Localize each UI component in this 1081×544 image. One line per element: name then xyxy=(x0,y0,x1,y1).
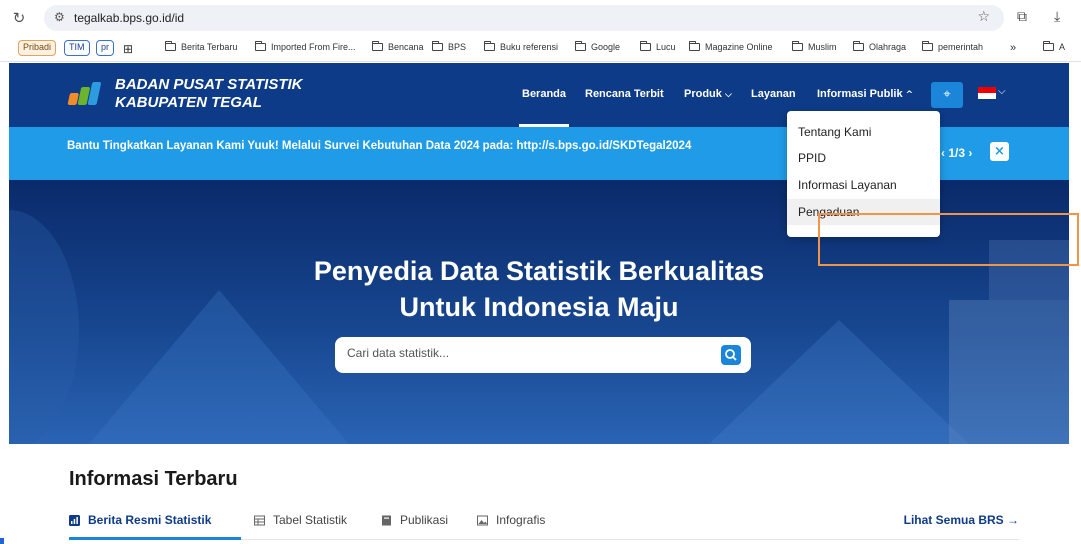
search-icon xyxy=(725,349,737,361)
address-bar[interactable]: ⚙ tegalkab.bps.go.id/id ☆ xyxy=(44,5,1004,31)
tab-tabel-statistik[interactable]: Tabel Statistik xyxy=(254,513,347,527)
folder-icon xyxy=(639,41,651,51)
bookmark-folder[interactable]: Lucu xyxy=(639,41,676,52)
bookmarks-bar: Pribadi TIM pr ⊞ Berita Terbaru Imported… xyxy=(0,36,1081,62)
folder-icon xyxy=(574,41,586,51)
menu-item-ppid[interactable]: PPID xyxy=(787,145,940,171)
site-logo-text[interactable]: BADAN PUSAT STATISTIK KABUPATEN TEGAL xyxy=(115,76,303,112)
folder-icon xyxy=(164,41,176,51)
folder-icon xyxy=(688,41,700,51)
table-icon xyxy=(254,515,265,525)
bookmark-group-pribadi[interactable]: Pribadi xyxy=(18,40,57,56)
bookmark-group-pr[interactable]: pr xyxy=(96,40,115,56)
page-edge-marker xyxy=(0,538,4,544)
tab-infografis[interactable]: Infografis xyxy=(477,513,545,527)
hero-title-line-2: Untuk Indonesia Maju xyxy=(399,292,679,322)
prev-icon[interactable]: ‹ xyxy=(941,146,945,160)
logo-line-1: BADAN PUSAT STATISTIK xyxy=(115,76,303,93)
chevron-down-icon: ⌵ xyxy=(724,90,732,100)
bookmark-folder[interactable]: Magazine Online xyxy=(688,41,773,52)
apps-grid-icon[interactable]: ⊞ xyxy=(123,42,133,56)
nav-produk[interactable]: Produk ⌵ xyxy=(684,88,732,100)
close-icon[interactable]: × xyxy=(990,142,1009,161)
bookmark-folder[interactable]: Google xyxy=(574,41,620,52)
folder-icon xyxy=(921,41,933,51)
book-icon xyxy=(382,515,391,525)
active-tab-indicator xyxy=(69,537,241,540)
extensions-icon[interactable]: ⧉ xyxy=(1017,9,1027,25)
search-input[interactable] xyxy=(347,346,707,360)
tab-publikasi[interactable]: Publikasi xyxy=(381,513,448,527)
browser-toolbar: ↻ ⚙ tegalkab.bps.go.id/id ☆ ⧉ ⤓ xyxy=(0,0,1081,36)
folder-icon xyxy=(791,41,803,51)
folder-icon xyxy=(371,41,383,51)
menu-item-tentang-kami[interactable]: Tentang Kami xyxy=(787,119,940,145)
info-tabs: Berita Resmi Statistik Tabel Statistik P… xyxy=(69,510,1019,540)
url-text[interactable]: tegalkab.bps.go.id/id xyxy=(74,11,184,25)
announcement-text[interactable]: Bantu Tingkatkan Layanan Kami Yuuk! Mela… xyxy=(67,140,691,152)
bps-logo-icon[interactable] xyxy=(67,79,109,111)
bookmark-folder[interactable]: pemerintah xyxy=(921,41,983,52)
tab-berita-resmi-statistik[interactable]: Berita Resmi Statistik xyxy=(69,513,211,527)
folder-icon xyxy=(483,41,495,51)
bookmarks-overflow-button[interactable]: » xyxy=(1010,42,1016,54)
reload-icon[interactable]: ↻ xyxy=(10,9,28,27)
location-pin-icon[interactable]: ⌖ xyxy=(931,82,963,108)
bookmark-folder[interactable]: Olahraga xyxy=(852,41,906,52)
image-icon xyxy=(477,515,488,525)
folder-icon xyxy=(852,41,864,51)
bookmark-folder[interactable]: Imported From Fire... xyxy=(254,41,356,52)
indonesia-flag-icon[interactable] xyxy=(978,87,996,99)
bookmark-folder[interactable]: BPS xyxy=(431,41,466,52)
nav-informasi-publik[interactable]: Informasi Publik ^ xyxy=(817,88,913,100)
language-chevron-icon[interactable]: ⌵ xyxy=(998,86,1006,97)
chevron-up-icon: ^ xyxy=(905,90,914,100)
nav-layanan[interactable]: Layanan xyxy=(751,88,796,100)
logo-line-2: KABUPATEN TEGAL xyxy=(115,94,262,111)
nav-rencana-terbit[interactable]: Rencana Terbit xyxy=(585,88,664,100)
search-box xyxy=(335,337,751,373)
search-button[interactable] xyxy=(721,345,741,365)
bookmark-folder[interactable]: Muslim xyxy=(791,41,837,52)
bookmark-group-tim[interactable]: TIM xyxy=(64,40,90,56)
highlight-annotation xyxy=(818,213,1079,266)
bookmark-folder[interactable]: Bencana xyxy=(371,41,424,52)
folder-icon xyxy=(1042,41,1054,51)
folder-icon xyxy=(431,41,443,51)
bookmark-folder[interactable]: Buku referensi xyxy=(483,41,558,52)
nav-beranda[interactable]: Beranda xyxy=(522,88,566,100)
next-icon[interactable]: › xyxy=(968,146,972,160)
folder-icon xyxy=(254,41,266,51)
bookmark-folder[interactable]: A xyxy=(1042,41,1065,52)
announcement-pager[interactable]: ‹ 1/3 › xyxy=(941,146,972,160)
bookmark-star-icon[interactable]: ☆ xyxy=(977,9,990,25)
news-icon xyxy=(69,514,80,526)
see-all-brs-link[interactable]: Lihat Semua BRS → xyxy=(904,513,1019,527)
menu-item-informasi-layanan[interactable]: Informasi Layanan xyxy=(787,172,940,198)
site-info-icon[interactable]: ⚙ xyxy=(54,10,65,24)
section-title: Informasi Terbaru xyxy=(69,468,238,490)
bookmark-folder[interactable]: Berita Terbaru xyxy=(164,41,237,52)
download-icon[interactable]: ⤓ xyxy=(1054,9,1060,25)
